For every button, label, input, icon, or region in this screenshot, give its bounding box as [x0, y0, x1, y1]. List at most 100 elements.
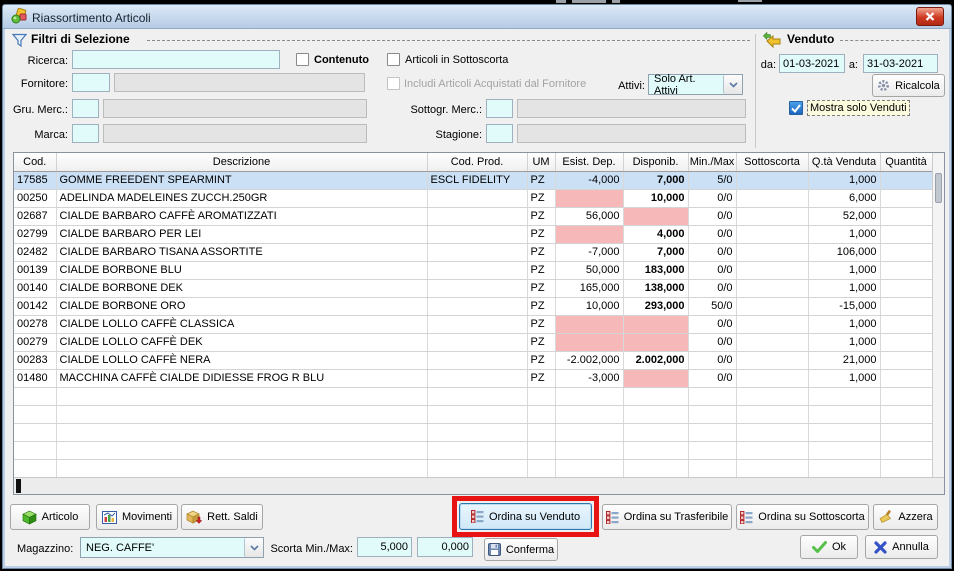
- contenuto-checkbox[interactable]: [296, 53, 309, 66]
- table-row[interactable]: 00140CIALDE BORBONE DEKPZ165,000138,0000…: [14, 279, 932, 297]
- table-cell: CIALDE LOLLO CAFFÈ CLASSICA: [56, 315, 427, 333]
- magazzino-dropdown-button[interactable]: [244, 538, 263, 557]
- table-cell: [555, 333, 623, 351]
- attivi-value: Solo Art. Attivi: [649, 73, 723, 97]
- table-cell: 0/0: [688, 261, 736, 279]
- ordina-su-trasferibile-button[interactable]: Ordina su Trasferibile: [602, 504, 732, 530]
- table-cell: CIALDE BORBONE ORO: [56, 297, 427, 315]
- magazzino-dropdown[interactable]: NEG. CAFFE': [80, 537, 264, 558]
- table-empty-row[interactable]: [14, 405, 932, 423]
- screen-edge-artifact: [572, 0, 606, 3]
- attivi-dropdown[interactable]: Solo Art. Attivi: [648, 74, 743, 95]
- table-row[interactable]: 00278CIALDE LOLLO CAFFÈ CLASSICAPZ0/01,0…: [14, 315, 932, 333]
- annulla-button[interactable]: Annulla: [865, 535, 938, 559]
- sottogr-merc-desc-field: [517, 99, 746, 118]
- ordina-su-sottoscorta-button[interactable]: Ordina su Sottoscorta: [736, 504, 869, 530]
- table-cell: [808, 459, 880, 477]
- table-row[interactable]: 00283CIALDE LOLLO CAFFÈ NERAPZ-2.002,000…: [14, 351, 932, 369]
- mostra-solo-venduti-checkbox[interactable]: [789, 101, 803, 115]
- marca-label: Marca:: [8, 129, 68, 142]
- horizontal-scrollbar-thumb[interactable]: [16, 479, 21, 493]
- table-cell: 4,000: [623, 225, 688, 243]
- ordered-list-icon: [606, 511, 619, 524]
- group-divider: [840, 40, 940, 41]
- table-cell: [56, 459, 427, 477]
- table-row[interactable]: 02799CIALDE BARBARO PER LEIPZ4,0000/01,0…: [14, 225, 932, 243]
- vertical-scrollbar[interactable]: [932, 153, 944, 477]
- table-cell: [555, 189, 623, 207]
- table-cell: [427, 351, 527, 369]
- table-cell: [427, 405, 527, 423]
- venduto-da-input[interactable]: [779, 54, 845, 73]
- rett-saldi-button[interactable]: Rett. Saldi: [181, 504, 263, 530]
- fornitore-code-input[interactable]: [72, 73, 110, 92]
- table-cell: [623, 405, 688, 423]
- vertical-scrollbar-thumb[interactable]: [935, 173, 942, 203]
- column-header[interactable]: Quantità: [880, 153, 932, 171]
- stagione-code-input[interactable]: [486, 124, 513, 143]
- articoli-sottoscorta-checkbox[interactable]: [387, 53, 400, 66]
- table-cell: PZ: [527, 369, 555, 387]
- includi-acquistati-label: Includi Articoli Acquistati dal Fornitor…: [404, 78, 586, 91]
- table-cell: 0/0: [688, 243, 736, 261]
- articolo-button[interactable]: Articolo: [10, 504, 90, 530]
- table-cell: 00283: [14, 351, 56, 369]
- articolo-label: Articolo: [42, 511, 79, 523]
- horizontal-scrollbar[interactable]: [14, 477, 944, 494]
- table-empty-row[interactable]: [14, 423, 932, 441]
- table-cell: [880, 333, 932, 351]
- column-header[interactable]: Esist. Dep.: [555, 153, 623, 171]
- azzera-button[interactable]: Azzera: [873, 504, 938, 530]
- table-empty-row[interactable]: [14, 441, 932, 459]
- ricalcola-button[interactable]: Ricalcola: [872, 74, 945, 97]
- conferma-button[interactable]: Conferma: [484, 538, 558, 561]
- table-cell: 00279: [14, 333, 56, 351]
- table-cell: 183,000: [623, 261, 688, 279]
- attivi-dropdown-button[interactable]: [723, 75, 742, 94]
- table-cell: [56, 387, 427, 405]
- table-empty-row[interactable]: [14, 387, 932, 405]
- scorta-min-input[interactable]: [357, 537, 412, 557]
- column-header[interactable]: Sottoscorta: [736, 153, 808, 171]
- column-header[interactable]: UM: [527, 153, 555, 171]
- table-row[interactable]: 00279CIALDE LOLLO CAFFÈ DEKPZ0/01,000: [14, 333, 932, 351]
- group-separator: [755, 34, 756, 148]
- column-header[interactable]: Cod. Prod.: [427, 153, 527, 171]
- table-empty-row[interactable]: [14, 459, 932, 477]
- sottogr-merc-code-input[interactable]: [486, 99, 513, 118]
- table-row[interactable]: 00250ADELINDA MADELEINES ZUCCH.250GRPZ10…: [14, 189, 932, 207]
- table-cell: [555, 423, 623, 441]
- app-icon: [11, 8, 28, 24]
- table-cell: [880, 423, 932, 441]
- gru-merc-desc-field: [103, 99, 367, 118]
- table-cell: [880, 243, 932, 261]
- table-row[interactable]: 01480MACCHINA CAFFÈ CIALDE DIDIESSE FROG…: [14, 369, 932, 387]
- ok-button[interactable]: Ok: [800, 535, 858, 559]
- screen-edge-artifact: [738, 0, 762, 2]
- gru-merc-code-input[interactable]: [72, 99, 99, 118]
- marca-code-input[interactable]: [72, 124, 99, 143]
- table-cell: [56, 405, 427, 423]
- table-cell: [736, 243, 808, 261]
- column-header[interactable]: Min./Max: [688, 153, 736, 171]
- scorta-max-input[interactable]: [417, 537, 473, 557]
- table-row[interactable]: 02687CIALDE BARBARO CAFFÈ AROMATIZZATIPZ…: [14, 207, 932, 225]
- table-cell: GOMME FREEDENT SPEARMINT: [56, 171, 427, 189]
- column-header[interactable]: Descrizione: [56, 153, 427, 171]
- column-header[interactable]: Q.tà Venduta: [808, 153, 880, 171]
- close-button[interactable]: [916, 7, 944, 26]
- table-row[interactable]: 00142CIALDE BORBONE OROPZ10,000293,00050…: [14, 297, 932, 315]
- table-cell: 138,000: [623, 279, 688, 297]
- column-header[interactable]: Disponib.: [623, 153, 688, 171]
- ordina-su-trasferibile-label: Ordina su Trasferibile: [624, 511, 729, 523]
- table-cell: [880, 297, 932, 315]
- table-row[interactable]: 17585GOMME FREEDENT SPEARMINTESCL FIDELI…: [14, 171, 932, 189]
- venduto-a-input[interactable]: [863, 54, 938, 73]
- column-header[interactable]: Cod.: [14, 153, 56, 171]
- ordina-su-venduto-button[interactable]: Ordina su Venduto: [459, 503, 592, 530]
- ricerca-input[interactable]: [72, 50, 280, 69]
- table-row[interactable]: 00139CIALDE BORBONE BLUPZ50,000183,0000/…: [14, 261, 932, 279]
- movimenti-button[interactable]: Movimenti: [96, 504, 178, 530]
- table-row[interactable]: 02482CIALDE BARBARO TISANA ASSORTITEPZ-7…: [14, 243, 932, 261]
- venduto-group-title: Venduto: [787, 33, 834, 46]
